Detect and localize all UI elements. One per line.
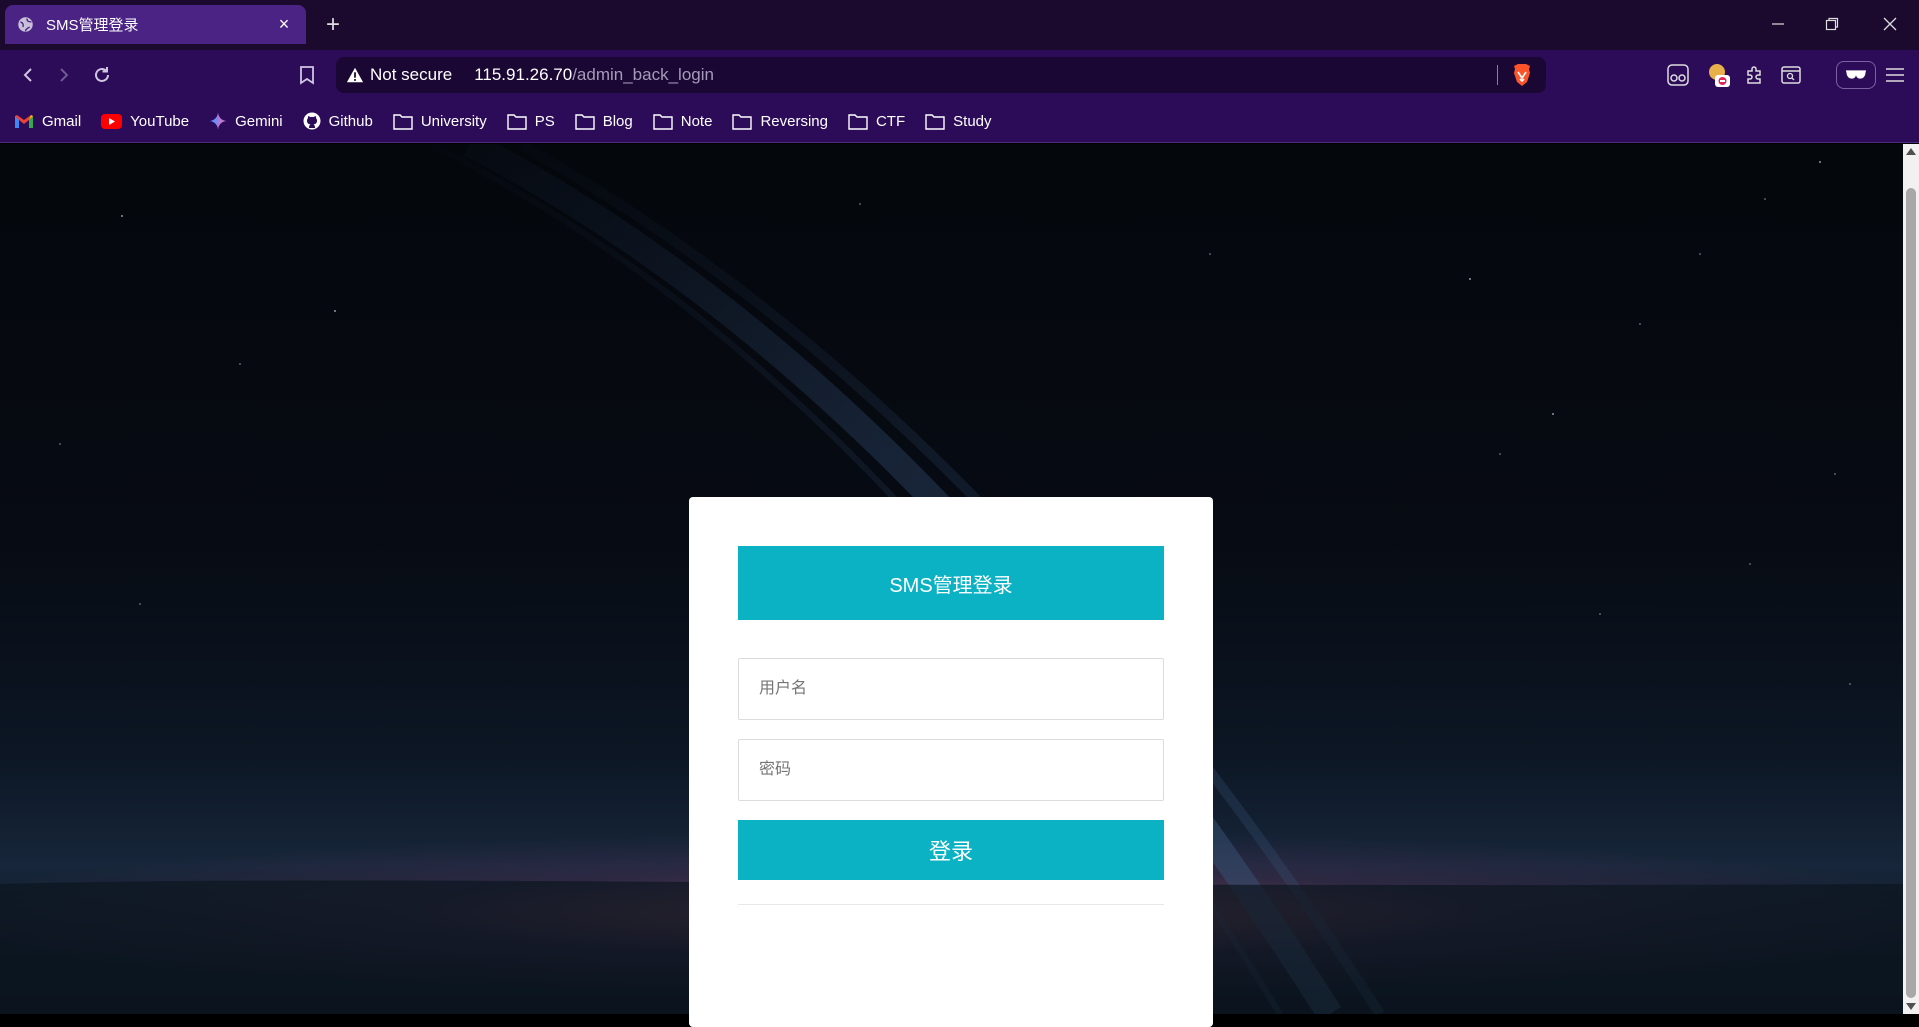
hamburger-menu-icon [1886,68,1904,82]
bookmark-label: Note [680,112,713,130]
url-host: 115.91.26.70 [474,65,573,84]
tab-title: SMS管理登录 [46,17,139,34]
card-divider [738,904,1164,905]
main-menu-button[interactable] [1880,60,1910,90]
page-scrollbar[interactable] [1903,144,1919,1014]
close-icon [1883,17,1897,31]
login-card: SMS管理登录 登录 [689,497,1213,1027]
leo-sidebar-button[interactable] [1776,60,1806,90]
password-input[interactable] [738,739,1164,801]
reload-icon [95,67,109,82]
bookmark-folder-note[interactable]: Note [653,112,713,130]
sidebar-search-icon [1781,66,1801,84]
security-label[interactable]: Not secure [370,65,452,85]
folder-icon [848,113,868,130]
bookmark-folder-ctf[interactable]: CTF [848,113,905,130]
username-input[interactable] [738,658,1164,720]
sunglasses-icon [1846,70,1866,79]
login-button[interactable]: 登录 [738,820,1164,880]
bookmark-label: Study [953,112,992,130]
reload-button[interactable] [87,60,117,90]
bookmark-button[interactable] [292,60,322,90]
gemini-icon [209,112,228,130]
folder-icon [507,113,527,130]
close-window-button[interactable] [1870,8,1910,40]
globe-icon [18,17,33,32]
youtube-icon [101,113,123,129]
bookmark-label: University [420,112,487,130]
bookmark-label: YouTube [130,112,190,130]
extension-badge-icon [1709,64,1730,87]
folder-icon [393,113,413,130]
new-tab-button[interactable]: + [318,10,348,40]
tab-close-icon[interactable]: × [274,14,294,35]
browser-window: SMS管理登录 × + Not secure 115.91.26.70 /adm… [0,0,1919,1027]
active-tab[interactable]: SMS管理登录 × [5,5,306,44]
login-title: SMS管理登录 [738,546,1164,620]
bookmark-label: Gemini [235,112,283,130]
puzzle-icon [1747,66,1761,84]
warning-icon [346,67,364,83]
restore-button[interactable] [1812,8,1852,40]
scroll-up-arrow-icon[interactable] [1906,148,1916,155]
restore-icon [1825,17,1839,31]
minimize-button[interactable] [1758,8,1798,40]
forward-arrow-icon [60,68,69,82]
folder-icon [925,113,945,130]
bookmark-label: Gmail [42,112,82,130]
bookmark-github[interactable]: Github [303,112,373,130]
folder-icon [653,113,673,130]
bookmark-label: PS [534,112,555,130]
wallet-extension-button[interactable] [1704,60,1734,90]
bookmark-label: CTF [875,112,906,130]
bookmark-icon [300,66,314,85]
gmail-icon [15,114,33,128]
bookmark-youtube[interactable]: YouTube [101,113,189,130]
forward-button[interactable] [49,60,79,90]
glasses-icon [1667,64,1689,86]
bookmark-label: Reversing [760,112,828,130]
back-button[interactable] [13,60,43,90]
tab-strip: SMS管理登录 × + [0,0,1919,50]
bookmark-label: Github [328,112,373,130]
back-arrow-icon [23,68,32,82]
bookmark-folder-university[interactable]: University [393,113,487,130]
bookmark-label: Blog [602,112,633,130]
minimize-icon [1772,23,1784,25]
url-path: /admin_back_login [572,65,714,84]
private-mode-button[interactable] [1836,61,1876,89]
bookmark-folder-ps[interactable]: PS [507,113,555,130]
github-icon [303,112,321,130]
bookmark-folder-study[interactable]: Study [925,112,992,130]
omnibox-divider [1497,65,1498,85]
scrollbar-thumb[interactable] [1906,188,1916,998]
bookmark-gmail[interactable]: Gmail [14,113,81,130]
folder-icon [575,113,595,130]
extensions-button[interactable] [1740,60,1770,90]
folder-icon [732,113,753,130]
scroll-down-arrow-icon[interactable] [1906,1003,1916,1010]
bookmark-gemini[interactable]: Gemini [209,112,283,130]
address-bar[interactable]: Not secure 115.91.26.70/admin_back_login [336,57,1546,93]
reader-extension-button[interactable] [1663,60,1693,90]
bookmark-folder-reversing[interactable]: Reversing [732,113,828,130]
bookmark-folder-blog[interactable]: Blog [575,113,633,130]
bookmarks-bar: Gmail YouTube Gemini Github University P… [0,100,1919,143]
brave-shields-icon[interactable] [1511,63,1533,87]
